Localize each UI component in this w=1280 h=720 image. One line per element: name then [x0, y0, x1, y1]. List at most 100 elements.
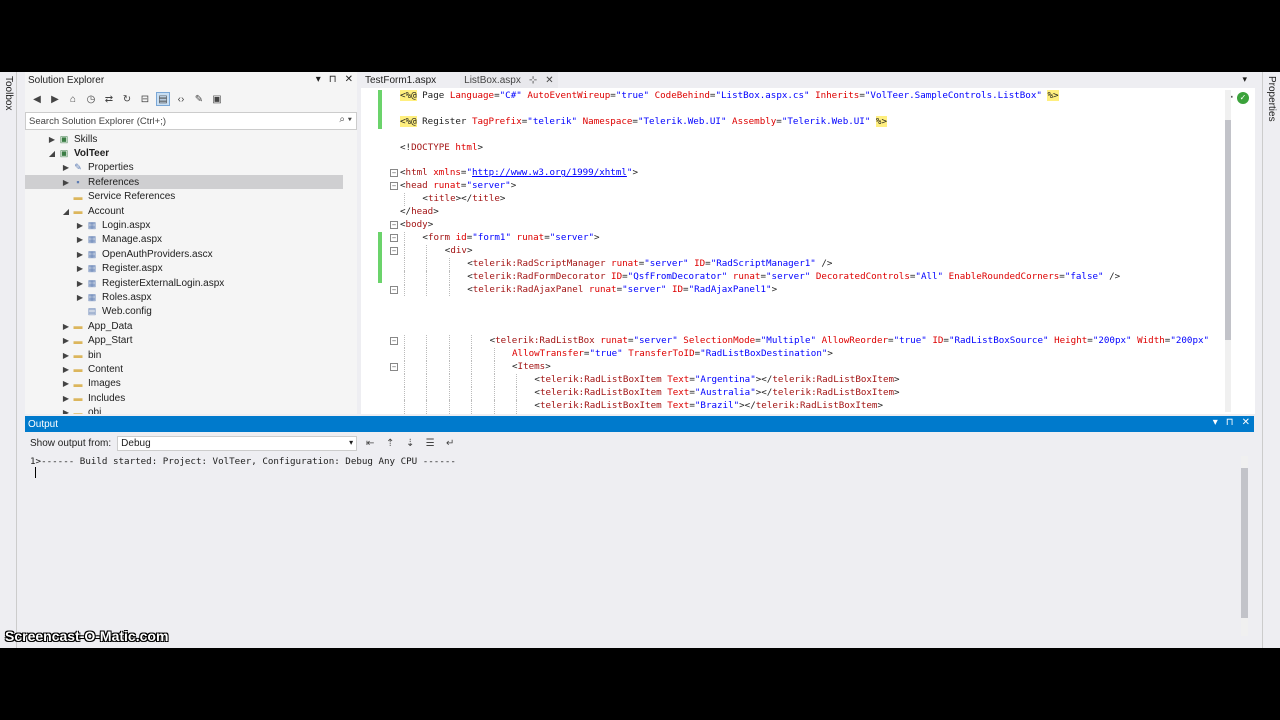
- output-scroll-thumb[interactable]: [1241, 468, 1248, 618]
- expand-arrow-icon[interactable]: ▶: [75, 221, 85, 230]
- fold-toggle-icon[interactable]: −: [390, 362, 398, 371]
- dropdown-arrow-icon[interactable]: ▾: [1213, 417, 1218, 428]
- expand-arrow-icon[interactable]: ▶: [75, 235, 85, 244]
- code-line[interactable]: <telerik:RadListBox runat="server" Selec…: [490, 335, 1209, 347]
- tree-item[interactable]: ▶ ▬ obj: [61, 406, 101, 414]
- sync-icon[interactable]: ⇄: [102, 92, 116, 106]
- code-line[interactable]: <telerik:RadListBoxItem Text="Canada"></…: [534, 413, 883, 415]
- tree-item[interactable]: ▶ ▬ Images: [61, 377, 121, 391]
- fold-toggle-icon[interactable]: −: [390, 233, 398, 242]
- tree-item[interactable]: ▶ ▬ App_Start: [61, 334, 133, 348]
- close-icon[interactable]: ✕: [345, 74, 353, 85]
- code-line[interactable]: <title></title>: [422, 193, 505, 205]
- expand-arrow-icon[interactable]: ▶: [61, 365, 71, 374]
- refresh-icon[interactable]: ↻: [120, 92, 134, 106]
- search-icon[interactable]: ⌕ ▾: [339, 114, 352, 125]
- pin-icon[interactable]: ⊹: [529, 75, 537, 86]
- code-line[interactable]: <telerik:RadAjaxPanel runat="server" ID=…: [467, 284, 777, 296]
- expand-arrow-icon[interactable]: ▶: [61, 336, 71, 345]
- properties-wrench-icon[interactable]: ✎: [192, 92, 206, 106]
- tree-item[interactable]: ▶ ▦ Roles.aspx: [75, 290, 152, 304]
- clear-all-icon[interactable]: ☰: [423, 436, 437, 450]
- find-message-icon[interactable]: ⇤: [363, 436, 377, 450]
- tree-item[interactable]: ▶ ▦ Register.aspx: [75, 262, 163, 276]
- code-line[interactable]: <telerik:RadListBoxItem Text="Argentina"…: [534, 374, 899, 386]
- expand-arrow-icon[interactable]: ▶: [61, 408, 71, 414]
- close-icon[interactable]: ✕: [1242, 417, 1250, 428]
- code-line[interactable]: <telerik:RadFormDecorator ID="QsfFromDec…: [467, 271, 1120, 283]
- tree-item[interactable]: ▶ ▬ App_Data: [61, 319, 133, 333]
- code-line[interactable]: <body>: [400, 219, 433, 231]
- editor-vertical-scrollbar[interactable]: [1225, 90, 1231, 412]
- dropdown-arrow-icon[interactable]: ▾: [316, 74, 321, 85]
- view-designer-icon[interactable]: ▣: [210, 92, 224, 106]
- collapse-all-icon[interactable]: ⊟: [138, 92, 152, 106]
- code-line[interactable]: <telerik:RadScriptManager runat="server"…: [467, 258, 832, 270]
- close-tab-icon[interactable]: ✕: [545, 75, 553, 86]
- fold-toggle-icon[interactable]: −: [390, 246, 398, 255]
- tree-item[interactable]: ▶ ▦ OpenAuthProviders.ascx: [75, 247, 213, 261]
- code-line[interactable]: </head>: [400, 206, 439, 218]
- tab-dropdown-icon[interactable]: ▾: [1242, 74, 1247, 85]
- next-message-icon[interactable]: ⇣: [403, 436, 417, 450]
- tree-item[interactable]: ◢ ▬ Account: [61, 204, 124, 218]
- expand-arrow-icon[interactable]: ▶: [75, 279, 85, 288]
- fold-toggle-icon[interactable]: −: [390, 337, 398, 346]
- output-scrollbar[interactable]: [1241, 456, 1248, 636]
- expand-arrow-icon[interactable]: ▶: [61, 163, 71, 172]
- code-line[interactable]: <html xmlns="http://www.w3.org/1999/xhtm…: [400, 167, 638, 179]
- code-line[interactable]: <head runat="server">: [400, 180, 516, 192]
- code-line[interactable]: <%@ Page Language="C#" AutoEventWireup="…: [400, 90, 1059, 102]
- view-code-icon[interactable]: ‹›: [174, 92, 188, 106]
- expand-arrow-icon[interactable]: ▶: [75, 264, 85, 273]
- back-icon[interactable]: ◀: [30, 92, 44, 106]
- code-line[interactable]: AllowTransfer="true" TransferToID="RadLi…: [512, 348, 833, 360]
- expand-arrow-icon[interactable]: ▶: [75, 250, 85, 259]
- expand-arrow-icon[interactable]: ◢: [47, 149, 57, 158]
- fold-toggle-icon[interactable]: −: [390, 285, 398, 294]
- tab-listbox[interactable]: ListBox.aspx ⊹ ✕: [460, 72, 558, 88]
- tree-item[interactable]: ▶ ▣ Skills: [47, 132, 97, 146]
- history-icon[interactable]: ◷: [84, 92, 98, 106]
- output-source-select[interactable]: Debug ▾: [117, 435, 358, 451]
- tab-testform1[interactable]: TestForm1.aspx: [361, 72, 440, 88]
- pin-icon[interactable]: ⊓: [1226, 417, 1234, 428]
- show-all-files-icon[interactable]: ▤: [156, 92, 170, 106]
- expand-arrow-icon[interactable]: ▶: [61, 322, 71, 331]
- solution-explorer-search[interactable]: Search Solution Explorer (Ctrl+;) ⌕ ▾: [25, 112, 357, 130]
- tree-item[interactable]: ▤ Web.config: [75, 305, 152, 319]
- tree-item[interactable]: ◢ ▣ VolTeer: [47, 146, 109, 160]
- code-line[interactable]: <form id="form1" runat="server">: [422, 232, 599, 244]
- code-line[interactable]: <telerik:RadListBoxItem Text="Brazil"></…: [534, 400, 883, 412]
- output-text[interactable]: 1>------ Build started: Project: VolTeer…: [30, 456, 456, 467]
- previous-message-icon[interactable]: ⇡: [383, 436, 397, 450]
- expand-arrow-icon[interactable]: ▶: [61, 379, 71, 388]
- home-icon[interactable]: ⌂: [66, 92, 80, 106]
- tree-item[interactable]: ▶ ▪ References: [25, 175, 343, 190]
- editor-scroll-thumb[interactable]: [1225, 120, 1231, 340]
- code-line[interactable]: <Items>: [512, 361, 551, 373]
- code-area[interactable]: <%@ Page Language="C#" AutoEventWireup="…: [361, 88, 1231, 414]
- tree-item[interactable]: ▶ ▬ Includes: [61, 391, 125, 405]
- expand-arrow-icon[interactable]: ▶: [61, 351, 71, 360]
- expand-arrow-icon[interactable]: ▶: [61, 394, 71, 403]
- properties-side-tab[interactable]: Properties: [1262, 72, 1279, 648]
- code-line[interactable]: <telerik:RadListBoxItem Text="Australia"…: [534, 387, 899, 399]
- expand-arrow-icon[interactable]: ◢: [61, 207, 71, 216]
- tree-item[interactable]: ▶ ▬ Content: [61, 362, 123, 376]
- expand-arrow-icon[interactable]: ▶: [75, 293, 85, 302]
- tree-item[interactable]: ▶ ▦ Manage.aspx: [75, 233, 162, 247]
- expand-arrow-icon[interactable]: ▶: [61, 178, 71, 187]
- tree-item[interactable]: ▶ ▦ Login.aspx: [75, 218, 150, 232]
- tree-item[interactable]: ▶ ▬ bin: [61, 348, 101, 362]
- fold-toggle-icon[interactable]: −: [390, 169, 398, 178]
- pin-icon[interactable]: ⊓: [329, 74, 337, 85]
- fold-toggle-icon[interactable]: −: [390, 182, 398, 191]
- toolbox-side-tab[interactable]: Toolbox: [0, 72, 17, 648]
- tree-item[interactable]: ▬ Service References: [61, 190, 176, 204]
- code-line[interactable]: <!DOCTYPE html>: [400, 142, 483, 154]
- forward-icon[interactable]: ▶: [48, 92, 62, 106]
- code-line[interactable]: <%@ Register TagPrefix="telerik" Namespa…: [400, 115, 887, 128]
- code-line[interactable]: <div>: [445, 245, 473, 257]
- expand-arrow-icon[interactable]: ▶: [47, 135, 57, 144]
